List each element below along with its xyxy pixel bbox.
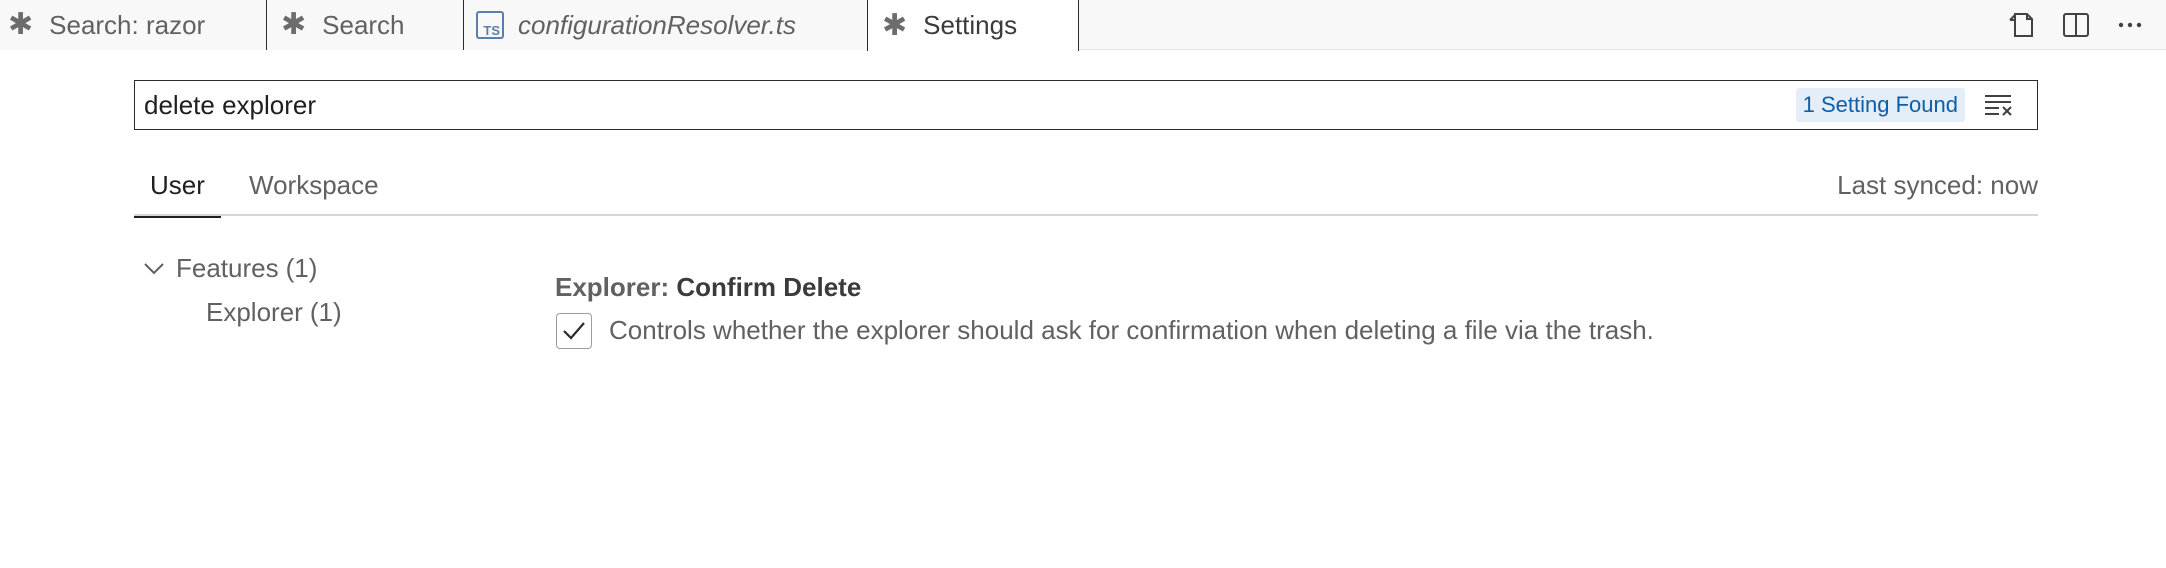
results-count-badge: 1 Setting Found bbox=[1795, 88, 1965, 122]
toc-item-label: Features bbox=[176, 253, 279, 283]
chevron-down-icon bbox=[142, 257, 166, 281]
editor-actions bbox=[1976, 0, 2166, 50]
tab-user[interactable]: User bbox=[134, 155, 221, 218]
settings-search-input[interactable] bbox=[135, 81, 1796, 129]
settings-scope-tabs: User Workspace Last synced: now bbox=[134, 155, 2038, 218]
setting-category: Explorer: bbox=[555, 272, 677, 302]
toc-item-explorer[interactable]: Explorer (1) bbox=[206, 297, 342, 328]
setting-description: Controls whether the explorer should ask… bbox=[609, 315, 1654, 345]
toc-item-label: Explorer bbox=[206, 297, 303, 327]
typescript-file-icon: TS bbox=[476, 11, 504, 39]
setting-name: Confirm Delete bbox=[676, 272, 862, 302]
open-settings-json-icon[interactable] bbox=[2006, 9, 2038, 41]
tab-label: Search bbox=[322, 9, 405, 40]
clear-filter-icon[interactable] bbox=[1981, 87, 2017, 123]
toc-item-features[interactable]: Features (1) bbox=[142, 253, 317, 284]
tab-search-razor[interactable]: ✱ Search: razor bbox=[0, 0, 267, 50]
setting-title: Explorer: Confirm Delete bbox=[555, 272, 861, 303]
tab-workspace[interactable]: Workspace bbox=[239, 155, 389, 216]
tab-label: Settings bbox=[923, 10, 1018, 40]
editor-tab-bar: ✱ Search: razor ✱ Search TS configuratio… bbox=[0, 0, 2166, 51]
toc-item-count: (1) bbox=[285, 253, 318, 283]
toc-item-count: (1) bbox=[309, 297, 342, 327]
asterisk-icon: ✱ bbox=[882, 8, 908, 42]
last-synced-status: Last synced: now bbox=[1837, 170, 2038, 200]
tab-settings[interactable]: ✱ Settings bbox=[867, 0, 1079, 51]
more-actions-icon[interactable] bbox=[2114, 9, 2146, 41]
settings-search-box: 1 Setting Found bbox=[134, 80, 2038, 130]
checkmark-icon bbox=[563, 322, 585, 340]
asterisk-icon: ✱ bbox=[8, 8, 34, 41]
tab-configuration-resolver[interactable]: TS configurationResolver.ts bbox=[464, 0, 868, 50]
tab-label: Search: razor bbox=[49, 9, 206, 40]
asterisk-icon: ✱ bbox=[281, 8, 307, 41]
tab-search[interactable]: ✱ Search bbox=[267, 0, 464, 50]
confirm-delete-checkbox[interactable] bbox=[556, 313, 592, 349]
tab-label: configurationResolver.ts bbox=[518, 9, 796, 40]
split-editor-icon[interactable] bbox=[2060, 9, 2092, 41]
